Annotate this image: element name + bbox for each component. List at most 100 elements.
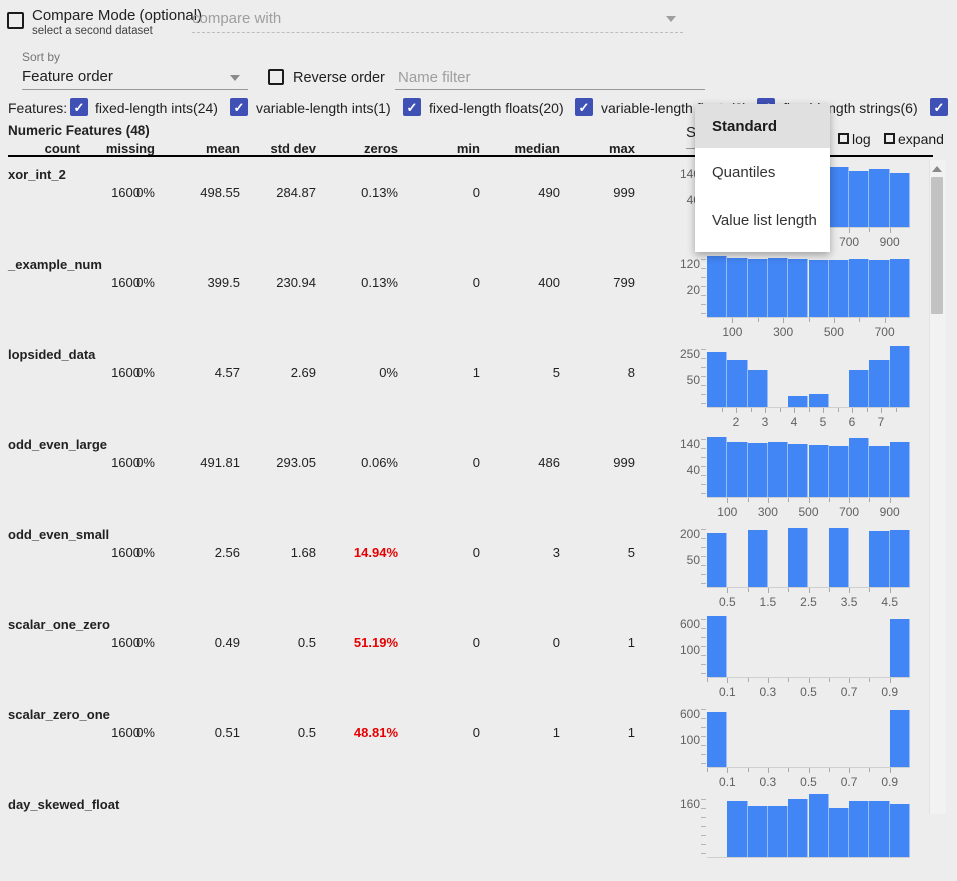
menu-item[interactable]: Value list length: [695, 196, 830, 244]
histogram-chart: [707, 253, 910, 318]
histogram-bar: [768, 442, 788, 497]
chart-y-tick: [701, 376, 706, 377]
stat-value: 999: [0, 455, 635, 470]
compare-mode-checkbox[interactable]: [7, 12, 24, 29]
chart-x-minor-tick: [758, 318, 759, 322]
histogram-bar: [890, 619, 910, 677]
compare-mode-label: Compare Mode (optional): [32, 7, 202, 24]
chart-x-tick: [809, 588, 810, 593]
chart-x-minor-tick: [788, 768, 789, 772]
histogram-bar: [707, 712, 727, 767]
menu-item[interactable]: Standard: [695, 104, 830, 148]
compare-with-select-value[interactable]: compare with: [192, 10, 281, 27]
chart-y-tick: [701, 367, 706, 368]
feature-type-checkbox[interactable]: ✓: [70, 98, 88, 116]
chart-x-axis-label: 0.5: [800, 775, 817, 789]
chart-y-tick: [701, 484, 706, 485]
chart-x-axis-label: 0.5: [719, 595, 736, 609]
chart-y-tick: [701, 295, 706, 296]
chart-y-tick: [701, 808, 706, 809]
name-filter-underline: [395, 89, 705, 90]
histogram-bar: [869, 531, 889, 587]
chart-x-tick: [768, 498, 769, 503]
chart-x-axis-label: 1.5: [760, 595, 777, 609]
chart-y-tick: [701, 718, 706, 719]
sort-by-select-value[interactable]: Feature order: [22, 68, 113, 85]
histogram-bar: [748, 370, 768, 407]
reverse-order-label: Reverse order: [293, 70, 385, 86]
histogram-bar: [768, 806, 788, 857]
compare-mode-sublabel: select a second dataset: [32, 25, 153, 37]
chart-x-minor-tick: [838, 408, 839, 412]
log-checkbox[interactable]: [838, 133, 849, 144]
histogram-bar: [788, 528, 808, 587]
table-row: lopsided_data16000%4.572.690%15825050234…: [0, 341, 957, 431]
histogram-bar: [890, 530, 910, 587]
histogram-bar: [707, 616, 727, 677]
reverse-order-checkbox[interactable]: [268, 69, 284, 85]
chart-y-tick: [701, 268, 706, 269]
chart-y-axis-label: 140: [660, 167, 700, 181]
histogram-bar: [890, 259, 910, 317]
chart-y-axis-label: 20: [660, 283, 700, 297]
histogram-bar: [768, 258, 788, 317]
scrollbar-up-arrow-icon[interactable]: [932, 166, 942, 172]
chart-x-tick: [890, 228, 891, 233]
histogram-bar: [727, 442, 747, 497]
histogram-bar: [788, 259, 808, 317]
sort-by-dropdown-arrow-icon[interactable]: [230, 75, 240, 81]
chart-y-tick: [701, 358, 706, 359]
histogram-bar: [748, 259, 768, 317]
feature-name: lopsided_data: [8, 347, 95, 362]
scrollbar-thumb[interactable]: [931, 177, 943, 314]
chart-x-tick: [809, 768, 810, 773]
chart-x-tick: [783, 318, 784, 323]
chart-x-tick: [849, 588, 850, 593]
compare-with-dropdown-arrow-icon[interactable]: [666, 16, 676, 22]
name-filter-input[interactable]: Name filter: [398, 69, 471, 86]
chart-y-tick: [701, 565, 706, 566]
chart-x-tick: [849, 228, 850, 233]
feature-name: xor_int_2: [8, 167, 66, 182]
chart-y-tick: [701, 853, 706, 854]
feature-type-checkbox[interactable]: ✓: [575, 98, 593, 116]
chart-y-axis-label: 40: [660, 193, 700, 207]
histogram-bar: [849, 171, 869, 227]
chart-x-tick: [890, 678, 891, 683]
chart-x-axis-label: 500: [798, 505, 818, 519]
feature-type-checkbox[interactable]: ✓: [403, 98, 421, 116]
chart-y-axis-label: 40: [660, 463, 700, 477]
chart-x-tick: [809, 498, 810, 503]
chart-x-minor-tick: [829, 678, 830, 682]
chart-y-tick: [701, 673, 706, 674]
chart-y-tick: [701, 745, 706, 746]
chart-x-axis-label: 0.1: [719, 775, 736, 789]
histogram-bar: [809, 260, 829, 317]
chart-x-minor-tick: [809, 318, 810, 322]
histogram-bar: [849, 259, 869, 317]
chart-x-minor-tick: [869, 588, 870, 592]
chart-y-tick: [701, 844, 706, 845]
expand-checkbox[interactable]: [884, 133, 895, 144]
feature-type-checkbox[interactable]: ✓: [230, 98, 248, 116]
column-header: max: [0, 141, 635, 156]
chart-x-minor-tick: [780, 408, 781, 412]
menu-item[interactable]: Quantiles: [695, 148, 830, 196]
chart-x-tick: [849, 768, 850, 773]
feature-type-checkbox[interactable]: ✓: [930, 98, 948, 116]
chart-x-minor-tick: [748, 588, 749, 592]
chart-y-tick: [701, 385, 706, 386]
chart-x-axis-label: 4: [791, 415, 798, 429]
chart-x-axis-label: 900: [880, 235, 900, 249]
stat-value: 1: [0, 725, 635, 740]
chart-y-tick: [701, 394, 706, 395]
histogram-bar: [890, 346, 910, 407]
chart-y-tick: [701, 547, 706, 548]
chart-y-tick: [701, 664, 706, 665]
chart-x-axis-label: 0.3: [760, 775, 777, 789]
chart-x-minor-tick: [809, 408, 810, 412]
table-row: odd_even_small16000%2.561.6814.94%035200…: [0, 521, 957, 611]
chart-x-axis-label: 0.9: [881, 775, 898, 789]
chart-y-tick: [701, 529, 706, 530]
chart-x-axis-label: 0.3: [760, 685, 777, 699]
